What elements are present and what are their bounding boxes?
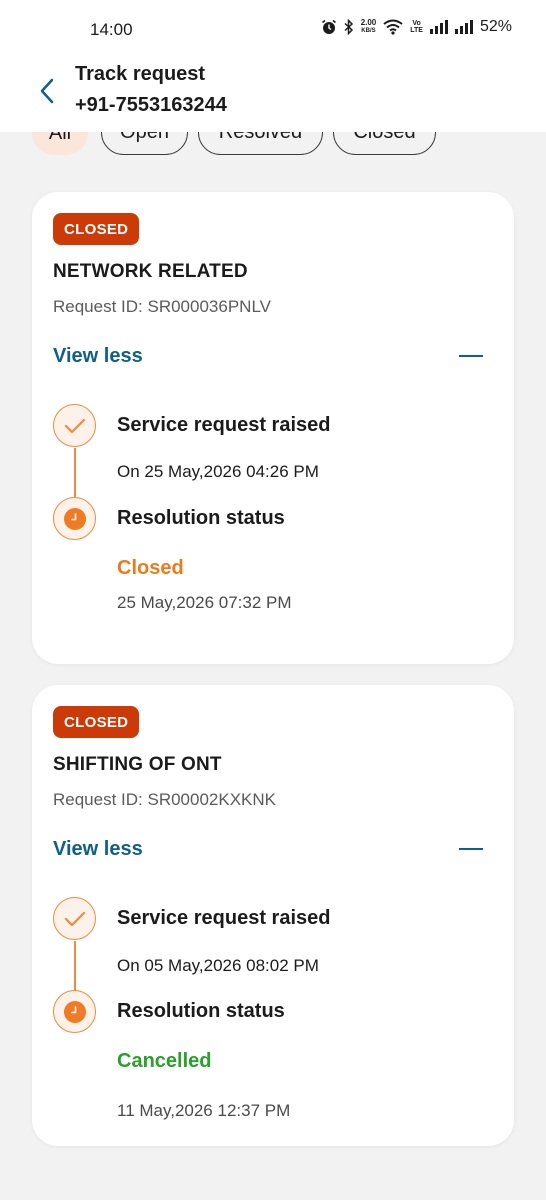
volte-top-label: Vo xyxy=(412,20,421,27)
wifi-icon xyxy=(383,19,403,35)
chevron-left-icon xyxy=(40,78,54,104)
request-card: CLOSED SHIFTING OF ONT Request ID: SR000… xyxy=(32,685,514,1146)
minus-icon xyxy=(459,847,483,851)
bluetooth-icon xyxy=(344,19,354,35)
clock-icon xyxy=(63,507,86,530)
step-resolution-title: Resolution status xyxy=(117,507,285,529)
step-resolution-indicator xyxy=(53,990,96,1033)
check-icon xyxy=(64,418,85,433)
request-category: NETWORK RELATED xyxy=(53,261,248,282)
page-subtitle-phone: +91-7553163244 xyxy=(75,94,227,116)
status-badge: CLOSED xyxy=(53,706,140,738)
signal-strength-icon xyxy=(429,20,448,34)
network-speed-unit: KB/S xyxy=(361,28,376,34)
check-icon xyxy=(64,911,85,926)
page-title: Track request xyxy=(75,63,206,85)
clock-icon xyxy=(63,1000,86,1023)
request-id: Request ID: SR000036PNLV xyxy=(53,297,271,316)
status-badge: CLOSED xyxy=(53,213,140,245)
view-less-link[interactable]: View less xyxy=(53,838,143,861)
status-bar: 14:00 2.00 KB/S Vo LTE 52% xyxy=(0,0,546,60)
timeline-connector xyxy=(74,448,76,497)
alarm-icon xyxy=(321,19,337,35)
step-raised-date: On 05 May,2026 08:02 PM xyxy=(117,956,319,975)
step-raised-title: Service request raised xyxy=(117,907,331,929)
app-header: Track request +91-7553163244 xyxy=(0,60,546,132)
volte-indicator: Vo LTE xyxy=(410,20,423,34)
step-raised-indicator xyxy=(53,897,96,940)
signal-strength-icon-2 xyxy=(454,20,473,34)
back-button[interactable] xyxy=(30,74,64,108)
step-resolution-indicator xyxy=(53,497,96,540)
resolution-date: 25 May,2026 07:32 PM xyxy=(117,593,292,612)
minus-icon xyxy=(459,354,483,358)
volte-bottom-label: LTE xyxy=(410,27,423,34)
step-raised-date: On 25 May,2026 04:26 PM xyxy=(117,462,319,481)
request-id: Request ID: SR00002KXKNK xyxy=(53,790,277,809)
step-raised-indicator xyxy=(53,404,96,447)
resolution-date: 11 May,2026 12:37 PM xyxy=(117,1101,291,1120)
view-less-link[interactable]: View less xyxy=(53,345,143,368)
collapse-button[interactable] xyxy=(459,344,485,368)
resolution-status: Cancelled xyxy=(117,1050,212,1072)
status-icons: 2.00 KB/S Vo LTE 52% xyxy=(321,18,512,36)
collapse-button[interactable] xyxy=(459,837,485,861)
battery-percent: 52% xyxy=(479,18,512,35)
resolution-status: Closed xyxy=(117,557,184,579)
network-speed-value: 2.00 xyxy=(360,18,377,27)
request-card: CLOSED NETWORK RELATED Request ID: SR000… xyxy=(32,192,514,664)
status-time: 14:00 xyxy=(90,20,133,39)
step-resolution-title: Resolution status xyxy=(117,1000,285,1022)
step-raised-title: Service request raised xyxy=(117,414,331,436)
timeline-connector xyxy=(74,941,76,990)
request-category: SHIFTING OF ONT xyxy=(53,754,222,775)
network-speed-indicator: 2.00 KB/S xyxy=(361,19,377,35)
